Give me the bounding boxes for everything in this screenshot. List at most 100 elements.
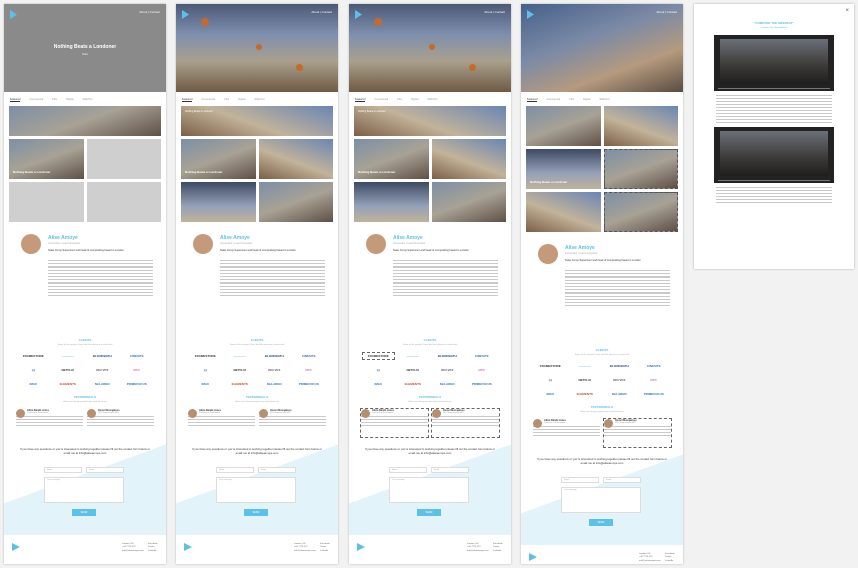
social-link[interactable]: LinkedIn [320,550,330,553]
portfolio-tile[interactable] [86,139,161,179]
email-field[interactable]: Email [258,467,296,473]
email-field[interactable]: Email [431,467,469,473]
video-progress-bar[interactable] [718,179,830,181]
tab-featured[interactable]: Featured [527,98,538,102]
portfolio-tile[interactable]: Nothing Beats a Londoner [354,106,506,136]
tab-commercial[interactable]: Commercial [374,98,388,102]
name-field[interactable]: Name [216,467,254,473]
testimonial-card: Alicia Bambi Jones Producer at Post House [533,419,600,447]
message-field[interactable]: Your message [216,477,296,503]
testimonials-title: TESTIMONIALS [73,395,97,399]
tab-commercial[interactable]: Commercial [29,98,43,102]
message-field[interactable]: Your message [44,477,124,503]
footer: London, UK +44 7774 473 info@aliseamoye.co… [4,535,166,564]
tab-film[interactable]: Film [52,98,57,102]
client-logo: FRAMESTORE [22,354,44,358]
portfolio-tile[interactable] [431,182,506,222]
contact-question: If you have any questions or you're inte… [364,447,496,455]
portfolio-tile[interactable] [9,182,84,222]
send-button[interactable]: SEND [244,509,268,516]
tab-film[interactable]: Film [569,98,574,102]
client-logo: BLOODBATH [609,364,629,368]
social-link[interactable]: LinkedIn [493,550,503,553]
tab-commercial[interactable]: Commercial [546,98,560,102]
tab-digital[interactable]: Digital [238,98,245,102]
portfolio-tile[interactable] [431,139,506,179]
footer-logo-icon[interactable] [12,543,20,551]
tab-stills[interactable]: Stills/Tvc [82,98,92,102]
top-nav[interactable]: About | Contact [484,10,505,14]
logo-icon[interactable] [527,10,534,19]
client-logo: MPC [305,368,313,372]
portfolio-tile[interactable] [603,192,678,232]
portfolio-tile[interactable]: Nothing Beats a Londoner [354,139,429,179]
name-field[interactable]: Name [389,467,427,473]
email-field[interactable]: Email [603,477,641,483]
tab-film[interactable]: Film [397,98,402,102]
name-field[interactable]: Name [44,467,82,473]
testimonial-role: VFX Supervisor at MPC [615,422,637,424]
portfolio-tile[interactable] [526,106,601,146]
portfolio-grid: Nothing Beats a Londoner Nothing Beats a… [176,102,338,226]
hero: About | Contact [521,4,683,92]
social-link[interactable]: LinkedIn [665,560,675,563]
tab-stills[interactable]: Stills/Tvc [254,98,264,102]
social-link[interactable]: LinkedIn [148,550,158,553]
about-lead: Nuke Comp Supervisor and head of composi… [393,249,469,252]
tab-featured[interactable]: Featured [355,98,366,102]
portfolio-tile[interactable] [181,182,256,222]
client-logo[interactable]: FRAMESTORE [362,352,395,360]
portfolio-tile[interactable]: Nothing Beats a Londoner [181,139,256,179]
portfolio-tile[interactable]: Nothing Beats a Londoner [526,149,601,189]
tab-digital[interactable]: Digital [66,98,73,102]
portfolio-tile[interactable] [603,106,678,146]
portfolio-tile[interactable] [9,106,161,136]
name-field[interactable]: Name [561,477,599,483]
send-button[interactable]: SEND [72,509,96,516]
portfolio-tile[interactable] [86,182,161,222]
portfolio-tile[interactable] [258,182,333,222]
tab-stills[interactable]: Stills/Tvc [599,98,609,102]
logo-icon[interactable] [355,10,362,19]
portfolio-tile[interactable] [354,182,429,222]
top-nav[interactable]: About | Contact [139,10,160,14]
tab-digital[interactable]: Digital [583,98,590,102]
portfolio-tile[interactable]: Nothing Beats a Londoner [9,139,84,179]
portfolio-grid: Nothing Beats a Londoner Nothing Beats a… [349,102,511,226]
send-button[interactable]: SEND [589,519,613,526]
tab-digital[interactable]: Digital [411,98,418,102]
top-nav[interactable]: About | Contact [311,10,332,14]
testimonial-card[interactable]: Oscar Moongaloos VFX Supervisor at MPC [603,418,672,448]
client-logo: (•) [548,378,552,382]
about-name: Alise Amoye [393,235,423,241]
portfolio-tile[interactable] [603,149,678,189]
send-button[interactable]: SEND [417,509,441,516]
tab-stills[interactable]: Stills/Tvc [427,98,437,102]
logo-icon[interactable] [182,10,189,19]
top-nav[interactable]: About | Contact [656,10,677,14]
tab-film[interactable]: Film [224,98,229,102]
close-icon[interactable]: × [845,8,849,14]
tab-commercial[interactable]: Commercial [201,98,215,102]
portfolio-tile[interactable]: Nothing Beats a Londoner [181,106,333,136]
footer: London, UK +44 7774 473 info@aliseamoye.co… [349,535,511,564]
footer-logo-icon[interactable] [357,543,365,551]
testimonial-card[interactable]: Oscar Moongaloos VFX Supervisor at MPC [431,408,500,438]
video-frame [720,39,828,84]
footer-logo-icon[interactable] [184,543,192,551]
testimonial-card[interactable]: Alicia Bambi Jones Producer at Post House [360,408,429,438]
video-player[interactable] [714,35,834,91]
footer: London, UK +44 7774 473 info@aliseamoye.co… [521,545,683,564]
message-field[interactable]: Your message [561,487,641,513]
tab-featured[interactable]: Featured [182,98,193,102]
video-progress-bar[interactable] [718,87,830,89]
message-field[interactable]: Your message [389,477,469,503]
testimonials-title: TESTIMONIALS [418,395,442,399]
portfolio-tile[interactable] [526,192,601,232]
video-player[interactable] [714,127,834,183]
portfolio-tile[interactable] [258,139,333,179]
tab-featured[interactable]: Featured [10,98,21,102]
logo-icon[interactable] [10,10,17,19]
footer-logo-icon[interactable] [529,553,537,561]
email-field[interactable]: Email [86,467,124,473]
